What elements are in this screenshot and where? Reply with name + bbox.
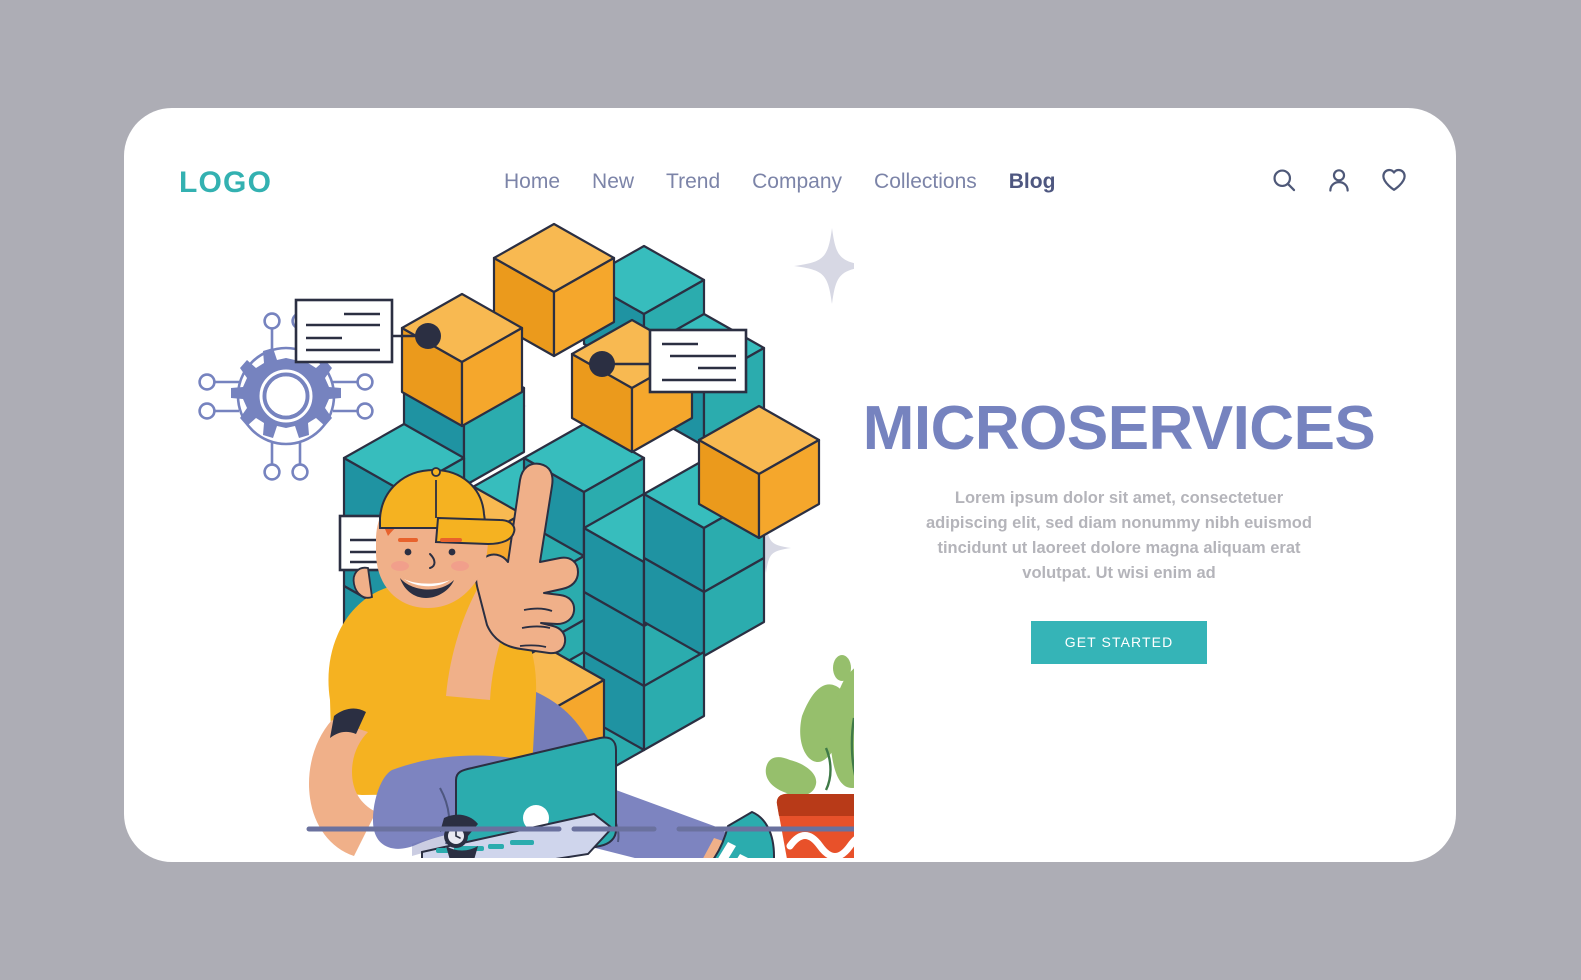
nav-item-blog[interactable]: Blog bbox=[1009, 170, 1056, 194]
nav-item-collections[interactable]: Collections bbox=[874, 170, 977, 194]
nav-item-home[interactable]: Home bbox=[504, 170, 560, 194]
page-title: MICROSERVICES bbox=[862, 394, 1376, 463]
main-navigation: Home New Trend Company Collections Blog bbox=[504, 170, 1055, 194]
brand-logo[interactable]: LOGO bbox=[179, 166, 272, 200]
user-icon[interactable] bbox=[1325, 166, 1353, 194]
nav-item-company[interactable]: Company bbox=[752, 170, 842, 194]
hero-copy: MICROSERVICES Lorem ipsum dolor sit amet… bbox=[824, 394, 1414, 665]
sparkle-large bbox=[794, 228, 854, 304]
header-actions bbox=[1270, 166, 1408, 194]
hero-illustration bbox=[154, 218, 854, 858]
hero-paragraph: Lorem ipsum dolor sit amet, consectetuer… bbox=[926, 489, 1312, 583]
get-started-button[interactable]: GET STARTED bbox=[1030, 621, 1208, 665]
callout-dot bbox=[415, 323, 441, 349]
search-icon[interactable] bbox=[1270, 166, 1298, 194]
landing-page-card: LOGO Home New Trend Company Collections … bbox=[124, 108, 1456, 862]
callout-dot bbox=[589, 351, 615, 377]
nav-item-trend[interactable]: Trend bbox=[666, 170, 720, 194]
heart-icon[interactable] bbox=[1380, 166, 1408, 194]
pot-rim-shade bbox=[776, 794, 854, 816]
nav-item-new[interactable]: New bbox=[592, 170, 634, 194]
plant-leaves bbox=[765, 655, 854, 811]
screen-root: LOGO Home New Trend Company Collections … bbox=[0, 0, 1581, 980]
